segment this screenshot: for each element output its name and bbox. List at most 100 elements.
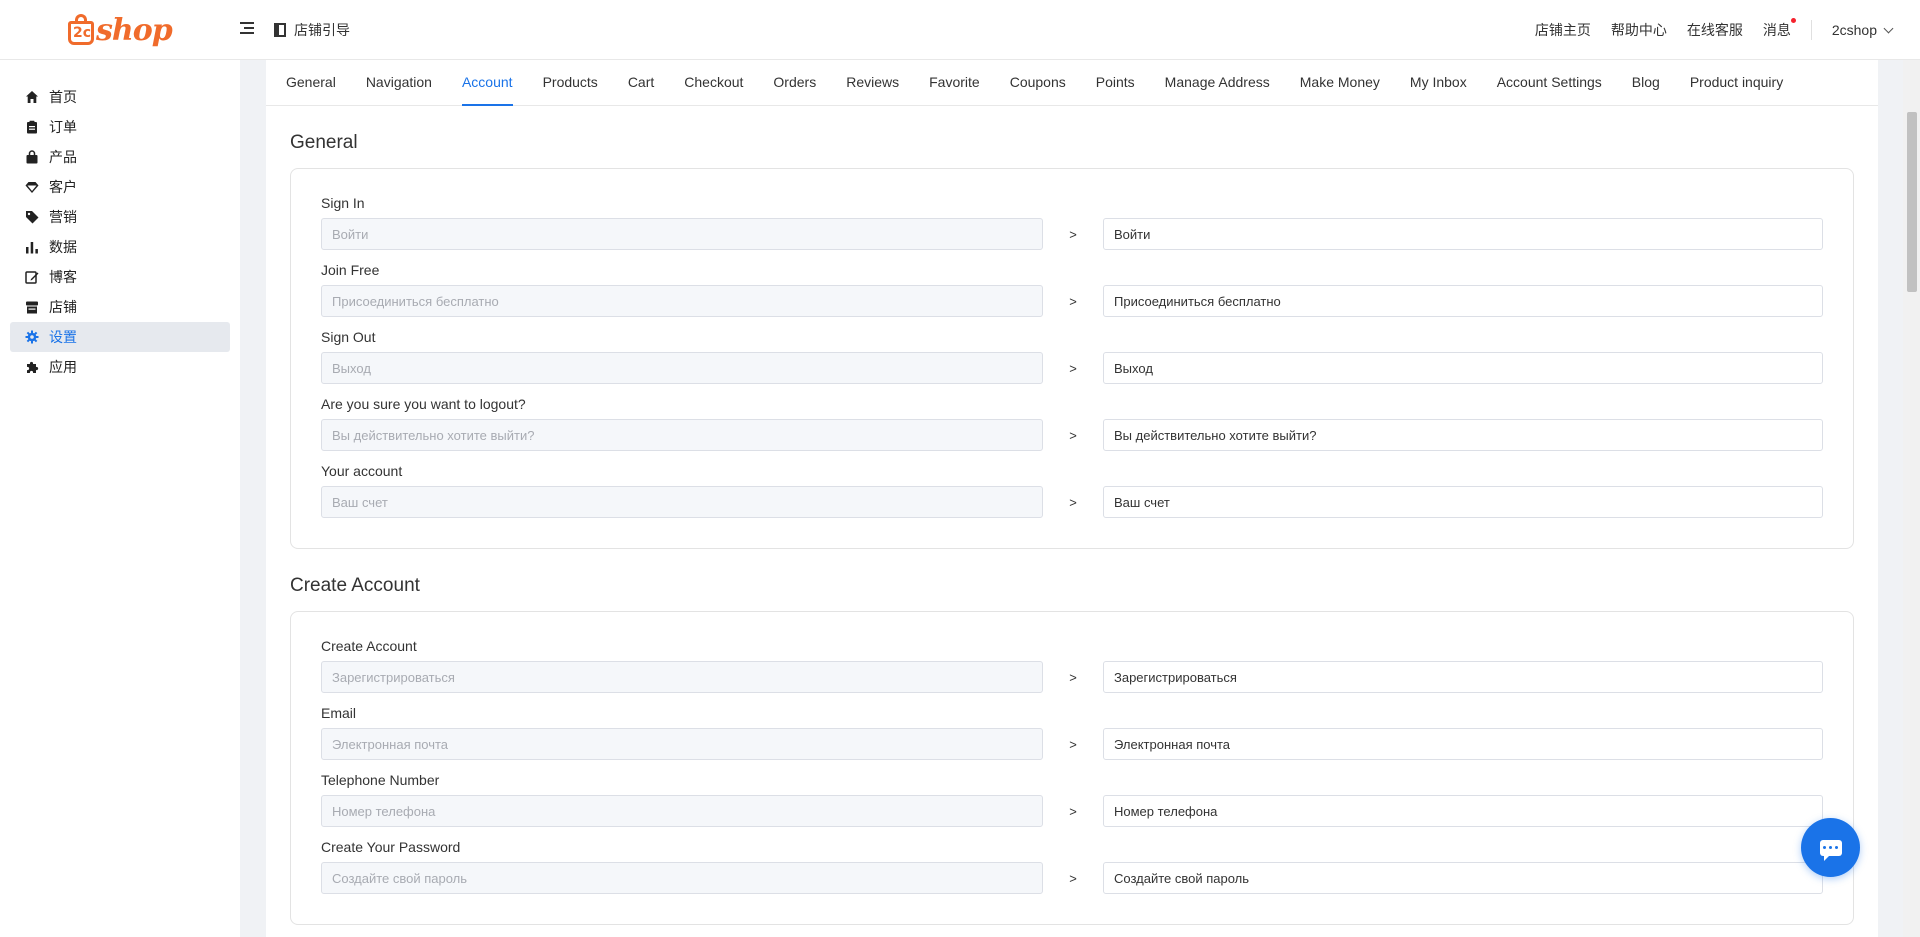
sidebar-item[interactable]: 店铺 bbox=[10, 292, 230, 322]
sidebar-item[interactable]: 产品 bbox=[10, 142, 230, 172]
scrollbar[interactable] bbox=[1903, 60, 1920, 937]
messages-label: 消息 bbox=[1762, 22, 1791, 38]
store-home-link[interactable]: 店铺主页 bbox=[1535, 20, 1591, 40]
sidebar-item-label: 订单 bbox=[49, 119, 77, 135]
top-nav: 店铺主页 帮助中心 在线客服 消息 2cshop bbox=[1515, 0, 1894, 60]
gear-icon bbox=[25, 330, 39, 344]
translation-input[interactable] bbox=[1103, 285, 1823, 317]
row-inputs: Вы действительно хотите выйти? > bbox=[321, 419, 1823, 451]
row-inputs: Зарегистрироваться > bbox=[321, 661, 1823, 693]
sidebar-item[interactable]: 设置 bbox=[10, 322, 230, 352]
arrow-separator: > bbox=[1069, 293, 1077, 309]
sidebar-item-label: 数据 bbox=[49, 239, 77, 255]
online-support-link[interactable]: 在线客服 bbox=[1687, 20, 1743, 40]
arrow-separator: > bbox=[1069, 226, 1077, 242]
sidebar-item[interactable]: 营销 bbox=[10, 202, 230, 232]
tab[interactable]: Manage Address bbox=[1165, 60, 1270, 105]
tab[interactable]: Account Settings bbox=[1497, 60, 1602, 105]
tab[interactable]: My Inbox bbox=[1410, 60, 1467, 105]
content-area: General Sign In Войти > Join Free Присоединит… bbox=[266, 132, 1878, 925]
tab[interactable]: Favorite bbox=[929, 60, 980, 105]
tab[interactable]: Make Money bbox=[1300, 60, 1380, 105]
source-text-field: Электронная почта bbox=[321, 728, 1043, 760]
sidebar-item[interactable]: 首页 bbox=[10, 82, 230, 112]
tab[interactable]: Products bbox=[543, 60, 598, 105]
divider bbox=[1810, 20, 1812, 40]
section-card: Create Account Зарегистрироваться > Email Эл… bbox=[290, 611, 1854, 925]
source-text-field: Выход bbox=[321, 352, 1043, 384]
arrow-separator: > bbox=[1069, 494, 1077, 510]
logo-number: 2c bbox=[73, 25, 92, 41]
arrow-separator: > bbox=[1069, 360, 1077, 376]
tab[interactable]: Blog bbox=[1632, 60, 1660, 105]
row-inputs: Выход > bbox=[321, 352, 1823, 384]
store-guide-link[interactable]: 店铺引导 bbox=[274, 20, 350, 40]
chat-button[interactable] bbox=[1801, 818, 1860, 877]
translation-input[interactable] bbox=[1103, 728, 1823, 760]
menu-toggle-icon[interactable] bbox=[240, 22, 254, 36]
scrollbar-thumb[interactable] bbox=[1907, 112, 1917, 292]
edit-icon bbox=[25, 270, 39, 284]
tab[interactable]: Coupons bbox=[1010, 60, 1066, 105]
sidebar-item-label: 营销 bbox=[49, 209, 77, 225]
messages-link[interactable]: 消息 bbox=[1762, 18, 1796, 40]
source-text-field: Номер телефона bbox=[321, 795, 1043, 827]
puzzle-icon bbox=[25, 360, 39, 374]
field-label: Create Account bbox=[321, 638, 417, 654]
field-label: Telephone Number bbox=[321, 772, 440, 788]
tab[interactable]: Reviews bbox=[846, 60, 899, 105]
source-text-field: Вы действительно хотите выйти? bbox=[321, 419, 1043, 451]
row-inputs: Ваш счет > bbox=[321, 486, 1823, 518]
tab-bar: General Navigation Account Products Cart Chec… bbox=[266, 60, 1878, 106]
translation-input[interactable] bbox=[1103, 352, 1823, 384]
logo-bag-icon: 2c bbox=[66, 13, 96, 47]
field-label: Are you sure you want to logout? bbox=[321, 396, 526, 412]
arrow-separator: > bbox=[1069, 669, 1077, 685]
sidebar-item[interactable]: 博客 bbox=[10, 262, 230, 292]
row-inputs: Создайте свой пароль > bbox=[321, 862, 1823, 894]
top-header: 2c shop 店铺引导 店铺主页 帮助中心 在线客服 消息 2cshop bbox=[0, 0, 1920, 60]
translation-row: Telephone Number Номер телефона > bbox=[321, 772, 1823, 827]
sidebar-item[interactable]: 客户 bbox=[10, 172, 230, 202]
translation-input[interactable] bbox=[1103, 661, 1823, 693]
source-text-field: Ваш счет bbox=[321, 486, 1043, 518]
tab[interactable]: Orders bbox=[773, 60, 816, 105]
book-icon bbox=[274, 23, 286, 37]
translation-row: Join Free Присоединиться бесплатно > bbox=[321, 262, 1823, 317]
source-text-field: Создайте свой пароль bbox=[321, 862, 1043, 894]
translation-input[interactable] bbox=[1103, 218, 1823, 250]
tab[interactable]: Checkout bbox=[684, 60, 743, 105]
tab[interactable]: Cart bbox=[628, 60, 654, 105]
field-label: Sign In bbox=[321, 195, 365, 211]
translation-row: Sign Out Выход > bbox=[321, 329, 1823, 384]
sidebar-item[interactable]: 订单 bbox=[10, 112, 230, 142]
translation-input[interactable] bbox=[1103, 419, 1823, 451]
tab[interactable]: Product inquiry bbox=[1690, 60, 1783, 105]
sidebar-item-label: 博客 bbox=[49, 269, 77, 285]
tab[interactable]: Navigation bbox=[366, 60, 432, 105]
main-panel: General Navigation Account Products Cart Chec… bbox=[266, 60, 1878, 937]
bar-chart-icon bbox=[25, 240, 39, 254]
translation-row: Email Электронная почта > bbox=[321, 705, 1823, 760]
source-text-field: Войти bbox=[321, 218, 1043, 250]
sidebar-item-label: 客户 bbox=[49, 179, 77, 195]
sidebar-item-label: 店铺 bbox=[49, 299, 77, 315]
sidebar-item[interactable]: 应用 bbox=[10, 352, 230, 382]
logo-text: shop bbox=[96, 12, 173, 48]
help-center-link[interactable]: 帮助中心 bbox=[1611, 20, 1667, 40]
tag-icon bbox=[25, 210, 39, 224]
translation-input[interactable] bbox=[1103, 486, 1823, 518]
tab[interactable]: Account bbox=[461, 60, 513, 106]
field-label: Join Free bbox=[321, 262, 380, 278]
sidebar: 首页订单产品客户营销数据博客店铺设置 应用 bbox=[0, 60, 240, 937]
row-inputs: Номер телефона > bbox=[321, 795, 1823, 827]
translation-row: Your account Ваш счет > bbox=[321, 463, 1823, 518]
translation-input[interactable] bbox=[1103, 862, 1823, 894]
translation-input[interactable] bbox=[1103, 795, 1823, 827]
tab[interactable]: Points bbox=[1096, 60, 1135, 105]
user-menu[interactable]: 2cshop bbox=[1832, 22, 1894, 38]
translation-row: Create Account Зарегистрироваться > bbox=[321, 638, 1823, 693]
logo[interactable]: 2c shop bbox=[66, 10, 173, 50]
tab[interactable]: General bbox=[286, 60, 336, 105]
sidebar-item[interactable]: 数据 bbox=[10, 232, 230, 262]
